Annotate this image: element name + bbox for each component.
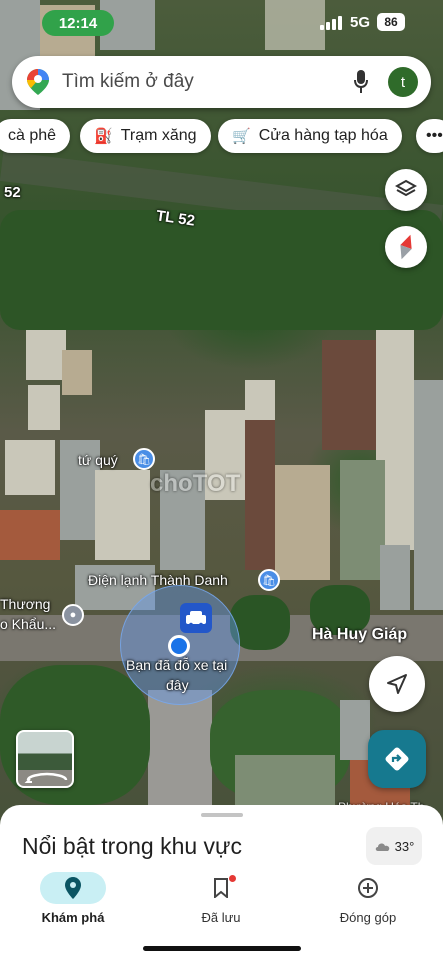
chip-grocery[interactable]: 🛒 Cửa hàng tạp hóa [218,119,402,153]
chip-more[interactable]: ••• [416,119,443,153]
my-location-button[interactable] [369,656,425,712]
sheet-title: Nổi bật trong khu vực [22,833,242,859]
sheet-drag-handle[interactable] [201,813,243,817]
chip-gas-station[interactable]: ⛽ Trạm xăng [80,119,211,153]
cloud-icon [375,843,389,851]
search-input[interactable]: Tìm kiếm ở đây [62,71,194,93]
more-icon: ••• [426,127,443,144]
current-location-dot [168,635,190,657]
layers-icon [395,179,417,197]
status-time: 12:14 [42,10,114,36]
shopping-bag-icon[interactable]: 🛍 [258,569,280,591]
network-type: 5G [350,14,371,31]
weather-badge[interactable]: 33° [366,827,422,865]
battery-icon: 86 [377,13,405,31]
status-bar: 12:14 5G 86 [0,10,443,36]
nav-contribute-label: Đóng góp [339,910,397,925]
chip-gas-station-label: Trạm xăng [120,127,197,144]
street-label-ha-huy-giap: Hà Huy Giáp [312,626,408,643]
gas-station-icon: ⛽ [94,128,113,145]
google-maps-logo-icon [27,69,49,95]
layers-button[interactable] [385,169,427,211]
parked-label-line2[interactable]: đây [166,677,189,693]
add-circle-icon [358,878,378,898]
chip-coffee[interactable]: cà phê [0,119,71,153]
bookmark-icon [214,878,228,898]
poi-label-thuong[interactable]: Thương [0,596,50,612]
cart-icon: 🛒 [232,128,251,145]
nav-explore-label: Khám phá [41,910,105,925]
parked-label-line1[interactable]: Bạn đã đỗ xe tại [126,657,227,673]
nav-saved-label: Đã lưu [201,910,241,925]
bottom-sheet[interactable]: Nổi bật trong khu vực 33° [0,805,443,875]
chip-grocery-label: Cửa hàng tạp hóa [258,127,388,144]
notification-dot [229,875,236,882]
street-view-thumbnail[interactable] [16,730,74,788]
parked-car-icon[interactable] [180,603,212,633]
place-pin-icon[interactable]: ● [62,604,84,626]
nav-contribute[interactable]: Đóng góp [313,868,423,925]
signal-icon [320,15,342,30]
nav-saved[interactable]: Đã lưu [166,868,276,925]
temperature: 33° [394,838,415,854]
nav-explore[interactable]: Khám phá [18,868,128,925]
explore-pin-icon [65,877,81,899]
watermark: choTOT [150,470,241,497]
road-label-52: 52 [4,184,21,201]
compass-icon [400,234,412,260]
microphone-icon[interactable] [354,70,368,94]
shopping-bag-icon[interactable]: 🛍 [133,448,155,470]
compass-button[interactable] [385,226,427,268]
search-bar[interactable]: Tìm kiếm ở đây t [12,56,431,108]
poi-label-dien-lanh[interactable]: Điện lạnh Thành Danh [88,572,228,588]
directions-icon [385,747,409,771]
directions-button[interactable] [368,730,426,788]
poi-label-tu-quy[interactable]: tứ quý [78,452,118,468]
street-view-icon [24,772,68,783]
home-indicator[interactable] [143,946,301,951]
navigation-arrow-icon [387,674,407,694]
profile-avatar[interactable]: t [388,67,418,97]
chip-coffee-label: cà phê [8,127,57,144]
poi-label-khau[interactable]: o Khẩu... [0,616,56,632]
